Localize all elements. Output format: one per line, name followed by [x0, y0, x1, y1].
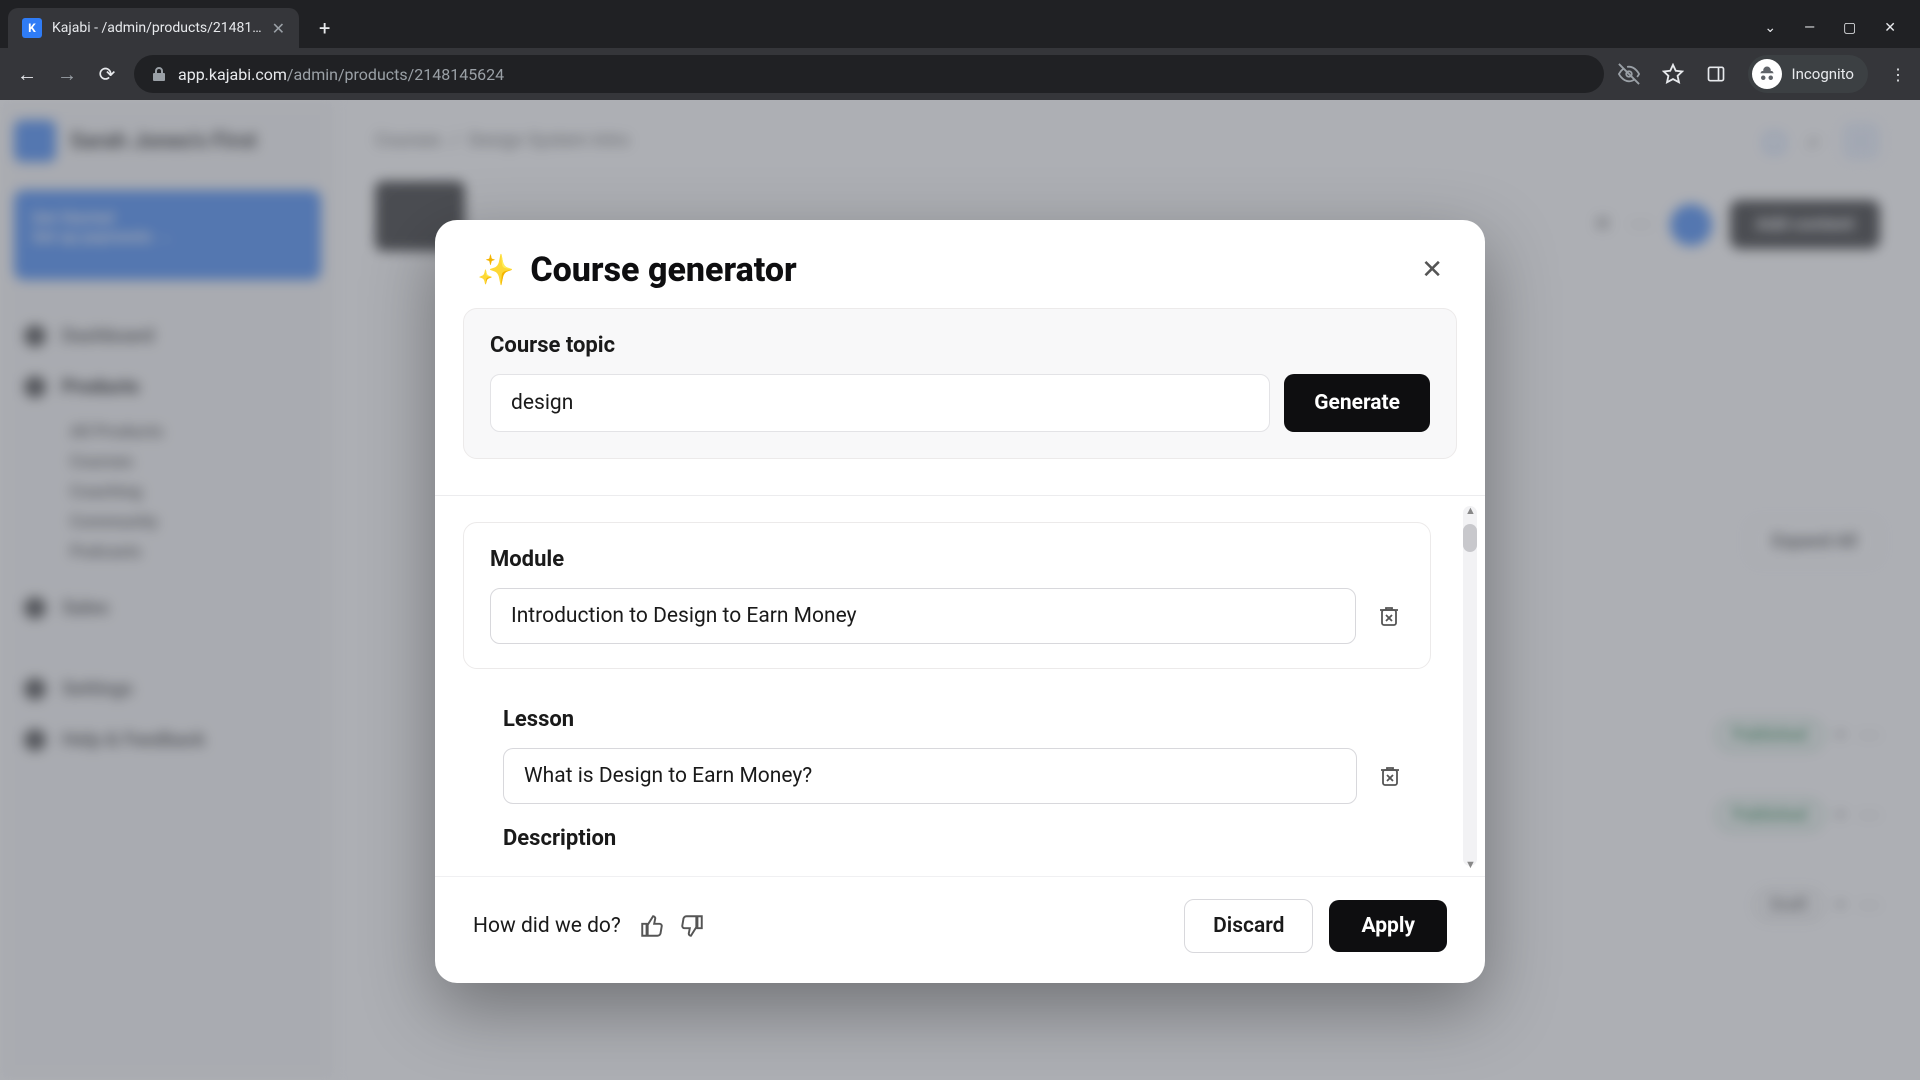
modal-close-button[interactable]: ✕ [1421, 255, 1443, 285]
module-label: Module [490, 547, 1404, 572]
incognito-avatar-icon [1752, 59, 1782, 89]
generated-content-scroll: ▲ ▼ Module Lesson [435, 496, 1485, 876]
browser-address-bar: ← → ⟳ app.kajabi.com/admin/products/2148… [0, 48, 1920, 100]
modal-title: Course generator [530, 250, 796, 290]
url-text: app.kajabi.com/admin/products/2148145624 [178, 65, 504, 84]
tab-title: Kajabi - /admin/products/21481… [52, 20, 262, 36]
scroll-down-icon[interactable]: ▼ [1465, 858, 1475, 868]
incognito-indicator[interactable]: Incognito [1748, 55, 1868, 93]
module-title-input[interactable] [490, 588, 1356, 644]
bookmark-star-icon[interactable] [1662, 63, 1684, 85]
tab-favicon-icon: K [22, 18, 42, 38]
browser-tab-bar: K Kajabi - /admin/products/21481… ✕ + ⌄ … [0, 0, 1920, 48]
lesson-label: Lesson [503, 707, 1405, 732]
side-panel-icon[interactable] [1706, 64, 1726, 84]
browser-tab[interactable]: K Kajabi - /admin/products/21481… ✕ [8, 8, 299, 48]
delete-lesson-button[interactable] [1375, 764, 1405, 788]
browser-menu-icon[interactable]: ⋮ [1890, 65, 1906, 84]
course-topic-label: Course topic [490, 333, 1430, 358]
module-card: Module [463, 522, 1431, 669]
tab-close-icon[interactable]: ✕ [272, 19, 285, 38]
lesson-card: Lesson [463, 687, 1431, 804]
window-maximize-icon[interactable]: ▢ [1843, 20, 1856, 36]
window-controls: ⌄ ― ▢ ✕ [1764, 20, 1912, 36]
delete-module-button[interactable] [1374, 604, 1404, 628]
modal-overlay: ✨ Course generator ✕ Course topic Genera… [0, 100, 1920, 1080]
nav-reload-button[interactable]: ⟳ [94, 62, 120, 86]
course-topic-section: Course topic Generate [463, 308, 1457, 459]
course-topic-input[interactable] [490, 374, 1270, 432]
scroll-up-icon[interactable]: ▲ [1465, 504, 1475, 514]
scrollbar-thumb[interactable] [1463, 524, 1477, 552]
window-close-icon[interactable]: ✕ [1884, 20, 1896, 36]
nav-forward-button[interactable]: → [54, 62, 80, 87]
tab-search-icon[interactable]: ⌄ [1764, 20, 1776, 36]
window-minimize-icon[interactable]: ― [1804, 20, 1815, 36]
thumbs-up-button[interactable] [639, 913, 665, 939]
url-input[interactable]: app.kajabi.com/admin/products/2148145624 [134, 55, 1604, 93]
thumbs-down-button[interactable] [679, 913, 705, 939]
discard-button[interactable]: Discard [1184, 899, 1313, 953]
feedback-prompt: How did we do? [473, 914, 621, 938]
apply-button[interactable]: Apply [1329, 900, 1447, 952]
eye-off-icon[interactable] [1618, 63, 1640, 85]
scrollbar-track[interactable] [1463, 506, 1477, 866]
generate-button[interactable]: Generate [1284, 374, 1430, 432]
modal-footer: How did we do? Discard Apply [435, 876, 1485, 983]
new-tab-button[interactable]: + [307, 16, 342, 40]
lock-icon [152, 66, 166, 82]
incognito-label: Incognito [1792, 65, 1854, 83]
lesson-title-input[interactable] [503, 748, 1357, 804]
description-label: Description [463, 826, 1457, 851]
nav-back-button[interactable]: ← [14, 62, 40, 87]
sparkle-icon: ✨ [477, 253, 514, 288]
course-generator-modal: ✨ Course generator ✕ Course topic Genera… [435, 220, 1485, 983]
